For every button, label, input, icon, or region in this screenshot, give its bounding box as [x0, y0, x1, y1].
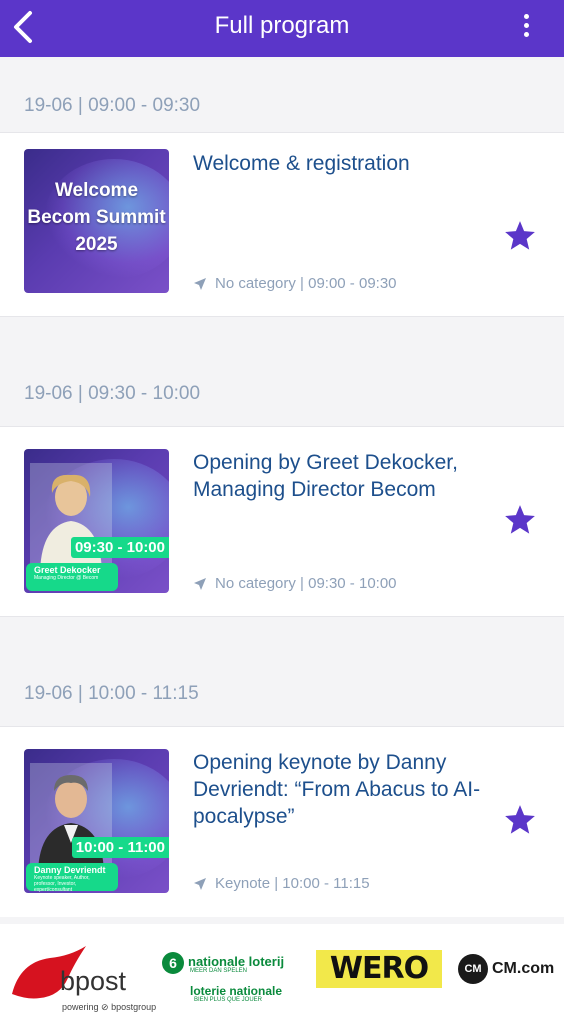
sponsor-wero[interactable]: WERO [316, 950, 442, 988]
thumbnail-caption: Welcome Becom Summit 2025 [27, 180, 166, 255]
session-thumbnail: 09:30 - 10:00 Greet Dekocker Managing Di… [24, 449, 169, 593]
session-title: Opening keynote by Danny Devriendt: “Fro… [193, 751, 481, 828]
speaker-badge: Danny Devriendt Keynote speaker, Author,… [26, 863, 118, 893]
location-arrow-icon [194, 577, 206, 590]
sponsor-cm[interactable]: CM CM.com [458, 954, 558, 984]
sponsor-bar: bpost powering ⊘ bpostgroup 6 nationale … [0, 924, 564, 1024]
location-arrow-icon [194, 277, 206, 290]
session-thumbnail: 10:00 - 11:00 Danny Devriendt Keynote sp… [24, 749, 169, 893]
session-title: Welcome & registration [193, 152, 410, 175]
sponsor-loterij[interactable]: 6 nationale loterij MEER DAN SPELEN lote… [162, 948, 297, 1008]
time-slot-header: 19-06 | 09:00 - 09:30 [0, 57, 564, 133]
cm-logo-icon: CM [458, 954, 488, 984]
location-arrow-icon [194, 877, 206, 890]
session-item[interactable]: 09:30 - 10:00 Greet Dekocker Managing Di… [0, 427, 564, 617]
session-title: Opening by Greet Dekocker, Managing Dire… [193, 451, 458, 501]
time-badge: 10:00 - 11:00 [71, 837, 169, 858]
session-item[interactable]: Welcome Becom Summit 2025 Welcome & regi… [0, 133, 564, 317]
loterij-logo-icon: 6 [162, 952, 184, 974]
session-item[interactable]: 10:00 - 11:00 Danny Devriendt Keynote sp… [0, 727, 564, 917]
time-badge: 09:30 - 10:00 [70, 537, 169, 558]
time-slot-header: 19-06 | 10:00 - 11:15 [0, 683, 564, 727]
session-meta: No category | 09:00 - 09:30 [193, 275, 397, 292]
star-icon[interactable] [502, 503, 538, 537]
star-icon[interactable] [502, 803, 538, 837]
session-thumbnail: Welcome Becom Summit 2025 [24, 149, 169, 293]
star-icon[interactable] [502, 219, 538, 253]
program-list: 19-06 | 09:00 - 09:30 Welcome Becom Summ… [0, 57, 564, 917]
session-meta: No category | 09:30 - 10:00 [193, 575, 397, 592]
session-meta: Keynote | 10:00 - 11:15 [193, 875, 370, 892]
speaker-badge: Greet Dekocker Managing Director @ Becom [26, 563, 118, 591]
time-slot-header: 19-06 | 09:30 - 10:00 [0, 383, 564, 427]
app-header: Full program [0, 0, 564, 57]
more-vertical-icon[interactable] [522, 14, 530, 38]
sponsor-bpost[interactable]: bpost powering ⊘ bpostgroup [10, 936, 160, 1016]
page-title: Full program [214, 12, 350, 39]
